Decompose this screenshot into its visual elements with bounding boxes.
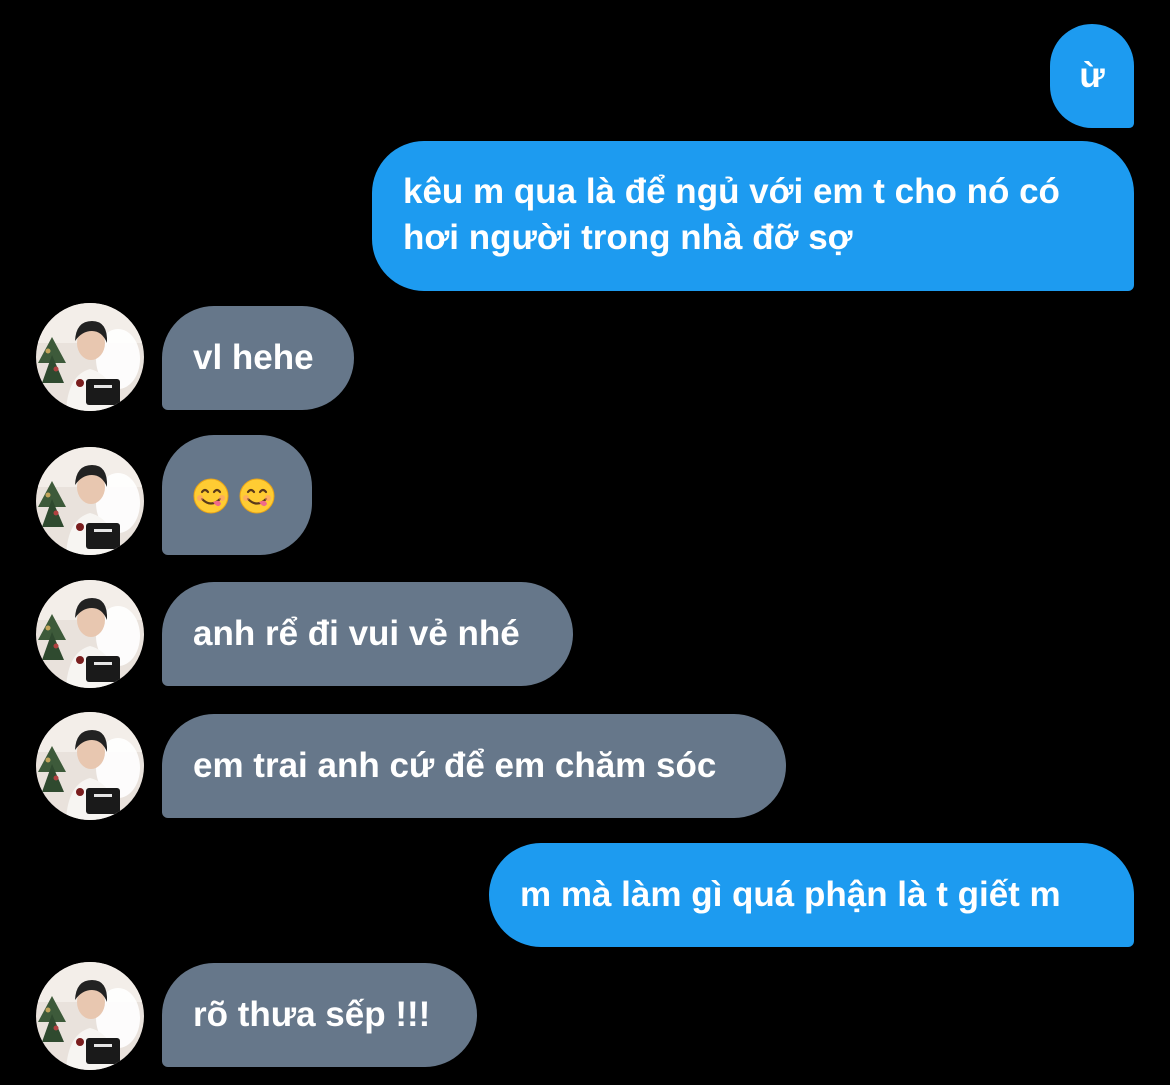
contact-avatar[interactable] xyxy=(36,962,144,1070)
message-text-line: kêu m qua là để ngủ với em t cho nó có xyxy=(403,172,1060,211)
message-thread: ừ kêu m qua là để ngủ với em t cho nó có… xyxy=(0,0,1170,1085)
message-text: em trai anh cứ để em chăm sóc xyxy=(193,746,717,785)
emoji-row xyxy=(193,473,312,519)
message-text-line: hơi người trong nhà đỡ sợ xyxy=(403,218,853,257)
message-text: rõ thưa sếp !!! xyxy=(193,995,431,1034)
message-bubble-received[interactable]: rõ thưa sếp !!! xyxy=(162,963,477,1067)
contact-avatar[interactable] xyxy=(36,303,144,411)
message-bubble-received[interactable]: anh rể đi vui vẻ nhé xyxy=(162,582,573,686)
message-text: m mà làm gì quá phận là t giết m xyxy=(520,875,1061,914)
message-bubble-sent[interactable]: ừ xyxy=(1050,24,1134,128)
message-bubble-sent[interactable]: m mà làm gì quá phận là t giết m xyxy=(489,843,1134,947)
contact-avatar[interactable] xyxy=(36,580,144,688)
message-text: vl hehe xyxy=(193,338,314,377)
contact-avatar[interactable] xyxy=(36,712,144,820)
face-savoring-food-icon xyxy=(239,478,275,514)
message-bubble-received[interactable]: vl hehe xyxy=(162,306,354,410)
message-text: ừ xyxy=(1079,56,1105,95)
message-bubble-sent[interactable]: kêu m qua là để ngủ với em t cho nó có h… xyxy=(372,141,1134,291)
message-text: anh rể đi vui vẻ nhé xyxy=(193,614,520,653)
message-bubble-received[interactable]: em trai anh cứ để em chăm sóc xyxy=(162,714,786,818)
message-bubble-received[interactable] xyxy=(162,435,312,555)
face-savoring-food-icon xyxy=(193,478,229,514)
contact-avatar[interactable] xyxy=(36,447,144,555)
